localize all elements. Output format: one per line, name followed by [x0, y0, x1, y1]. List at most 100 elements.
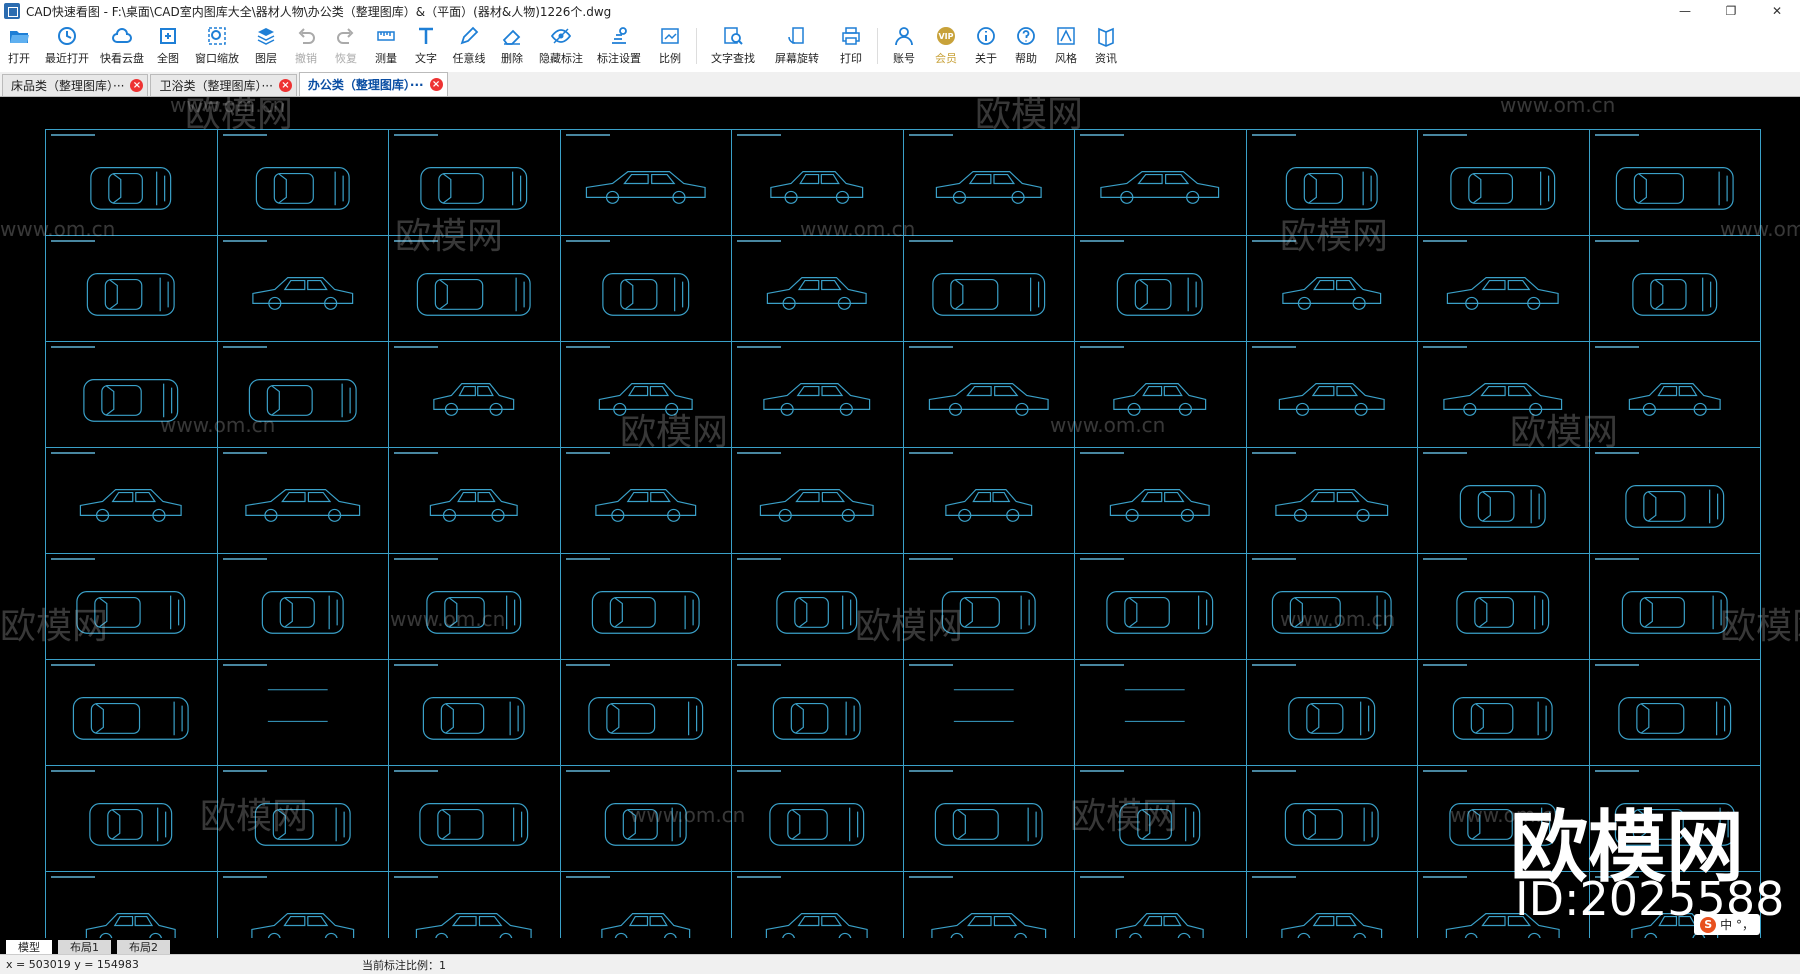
- cad-block-cell[interactable]: [216, 553, 389, 660]
- cad-block-cell[interactable]: [1588, 341, 1761, 448]
- cad-block-cell[interactable]: [902, 447, 1075, 554]
- document-tab[interactable]: 床品类（整理图库）··· ×: [2, 74, 149, 96]
- cad-block-cell[interactable]: [216, 765, 389, 872]
- cad-block-cell[interactable]: [45, 871, 218, 939]
- cad-block-cell[interactable]: [1074, 129, 1247, 236]
- cad-block-cell[interactable]: [902, 659, 1075, 766]
- cad-block-cell[interactable]: [1074, 553, 1247, 660]
- redo-button[interactable]: 恢复: [326, 22, 366, 70]
- print-button[interactable]: 打印: [829, 22, 873, 70]
- hidemark-button[interactable]: 隐藏标注: [532, 22, 590, 70]
- cad-block-cell[interactable]: [1074, 659, 1247, 766]
- cad-block-cell[interactable]: [216, 235, 389, 342]
- cad-block-cell[interactable]: [388, 341, 561, 448]
- cad-block-cell[interactable]: [1417, 553, 1590, 660]
- cad-block-cell[interactable]: [388, 447, 561, 554]
- undo-button[interactable]: 撤销: [286, 22, 326, 70]
- cad-block-cell[interactable]: [1245, 553, 1418, 660]
- cad-block-cell[interactable]: [1245, 765, 1418, 872]
- cad-block-cell[interactable]: [559, 235, 732, 342]
- cad-block-cell[interactable]: [559, 447, 732, 554]
- cad-block-cell[interactable]: [1074, 341, 1247, 448]
- cad-block-cell[interactable]: [559, 871, 732, 939]
- cad-block-cell[interactable]: [216, 447, 389, 554]
- document-tab[interactable]: 办公类（整理图库）··· ×: [298, 72, 448, 96]
- cad-block-cell[interactable]: [45, 553, 218, 660]
- cad-block-cell[interactable]: [45, 659, 218, 766]
- document-tab[interactable]: 卫浴类（整理图库）··· ×: [150, 74, 297, 96]
- cad-block-cell[interactable]: [388, 871, 561, 939]
- help-button[interactable]: 帮助: [1006, 22, 1046, 70]
- cad-block-cell[interactable]: [1245, 447, 1418, 554]
- cad-block-cell[interactable]: [1588, 447, 1761, 554]
- cad-block-cell[interactable]: [1588, 659, 1761, 766]
- minimize-button[interactable]: —: [1662, 0, 1708, 22]
- open-button[interactable]: 打开: [0, 22, 38, 70]
- maximize-button[interactable]: ❐: [1708, 0, 1754, 22]
- cad-block-cell[interactable]: [1074, 447, 1247, 554]
- marksettings-button[interactable]: 标注设置: [590, 22, 648, 70]
- cad-block-cell[interactable]: [216, 341, 389, 448]
- cad-block-cell[interactable]: [216, 129, 389, 236]
- cad-block-cell[interactable]: [388, 129, 561, 236]
- tab-close-icon[interactable]: ×: [278, 79, 292, 92]
- cad-block-cell[interactable]: [45, 129, 218, 236]
- cloud-button[interactable]: 快看云盘: [96, 22, 148, 70]
- cad-block-cell[interactable]: [902, 765, 1075, 872]
- cad-block-cell[interactable]: [559, 341, 732, 448]
- freeline-button[interactable]: 任意线: [446, 22, 492, 70]
- cad-block-cell[interactable]: [559, 553, 732, 660]
- findtext-button[interactable]: 文字查找: [701, 22, 765, 70]
- recent-button[interactable]: 最近打开: [38, 22, 96, 70]
- layout-tab[interactable]: 布局2: [117, 940, 170, 954]
- cad-block-cell[interactable]: [45, 341, 218, 448]
- close-button[interactable]: ✕: [1754, 0, 1800, 22]
- cad-block-cell[interactable]: [1588, 553, 1761, 660]
- cad-block-cell[interactable]: [1245, 235, 1418, 342]
- cad-block-cell[interactable]: [1417, 129, 1590, 236]
- cad-block-cell[interactable]: [1074, 765, 1247, 872]
- cad-block-cell[interactable]: [902, 129, 1075, 236]
- cad-block-cell[interactable]: [216, 871, 389, 939]
- cad-block-cell[interactable]: [902, 341, 1075, 448]
- cad-block-cell[interactable]: [559, 129, 732, 236]
- delete-button[interactable]: 删除: [492, 22, 532, 70]
- cad-block-cell[interactable]: [731, 447, 904, 554]
- cad-block-cell[interactable]: [902, 871, 1075, 939]
- cad-block-cell[interactable]: [388, 553, 561, 660]
- cad-block-cell[interactable]: [559, 659, 732, 766]
- cad-block-cell[interactable]: [1417, 235, 1590, 342]
- cad-block-cell[interactable]: [731, 765, 904, 872]
- cad-block-cell[interactable]: [1417, 659, 1590, 766]
- tab-close-icon[interactable]: ×: [429, 78, 443, 91]
- cad-block-cell[interactable]: [731, 553, 904, 660]
- measure-button[interactable]: 测量: [366, 22, 406, 70]
- drawing-canvas[interactable]: 欧模网 www.om.cn 欧模网 www.om.cn 欧模网 www.om.c…: [0, 97, 1800, 939]
- cad-block-cell[interactable]: [1588, 129, 1761, 236]
- cad-block-cell[interactable]: [45, 447, 218, 554]
- cad-block-cell[interactable]: [388, 659, 561, 766]
- about-button[interactable]: 关于: [966, 22, 1006, 70]
- cad-block-cell[interactable]: [1245, 129, 1418, 236]
- cad-block-cell[interactable]: [731, 235, 904, 342]
- layout-tab[interactable]: 模型: [6, 940, 52, 954]
- cad-block-cell[interactable]: [45, 235, 218, 342]
- cad-block-cell[interactable]: [1245, 341, 1418, 448]
- cad-block-cell[interactable]: [1417, 447, 1590, 554]
- rotate-button[interactable]: 屏幕旋转: [765, 22, 829, 70]
- cad-block-cell[interactable]: [1074, 871, 1247, 939]
- cad-block-cell[interactable]: [1074, 235, 1247, 342]
- cad-block-cell[interactable]: [902, 235, 1075, 342]
- text-button[interactable]: 文字: [406, 22, 446, 70]
- layers-button[interactable]: 图层: [246, 22, 286, 70]
- cad-block-cell[interactable]: [1245, 871, 1418, 939]
- cad-block-cell[interactable]: [559, 765, 732, 872]
- cad-block-cell[interactable]: [1245, 659, 1418, 766]
- cad-block-cell[interactable]: [902, 553, 1075, 660]
- layout-tab[interactable]: 布局1: [58, 940, 111, 954]
- cad-block-cell[interactable]: [731, 341, 904, 448]
- cad-block-cell[interactable]: [216, 659, 389, 766]
- style-button[interactable]: 风格: [1046, 22, 1086, 70]
- cad-block-cell[interactable]: [731, 129, 904, 236]
- ratio-button[interactable]: 比例: [648, 22, 692, 70]
